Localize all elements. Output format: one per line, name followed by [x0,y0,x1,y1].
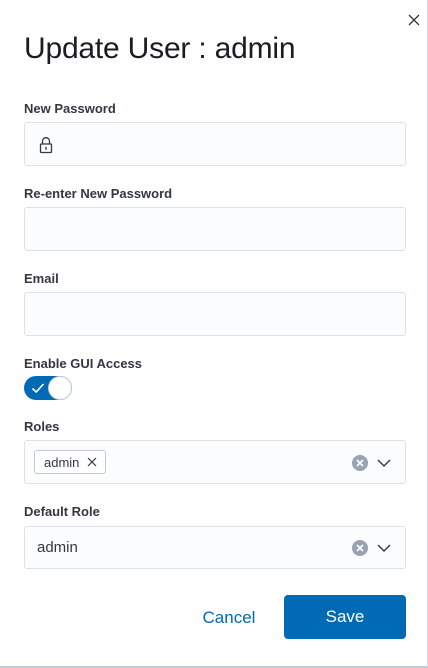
email-label: Email [24,271,59,286]
cancel-button[interactable]: Cancel [184,596,274,640]
roles-combobox[interactable]: admin [24,440,406,484]
clear-roles-icon[interactable] [351,454,369,472]
remove-role-icon[interactable] [87,457,97,467]
clear-default-role-icon[interactable] [351,539,369,557]
email-input[interactable] [25,293,405,335]
save-button[interactable]: Save [284,595,406,639]
reenter-password-input[interactable] [25,208,405,250]
new-password-field[interactable] [24,122,406,166]
gui-access-toggle[interactable] [24,376,72,400]
update-user-dialog: Update User : admin New Password Re-ente… [0,0,428,668]
new-password-label: New Password [24,101,116,116]
dialog-title: Update User : admin [24,32,296,65]
chevron-down-icon[interactable] [375,539,393,557]
default-role-combobox[interactable]: admin [24,526,406,569]
default-role-value: admin [37,539,78,556]
close-icon [408,14,420,26]
check-icon [31,383,45,394]
gui-access-label: Enable GUI Access [24,356,143,371]
roles-label: Roles [24,419,60,434]
role-chip-label: admin [44,454,80,470]
toggle-knob [48,376,72,400]
reenter-password-label: Re-enter New Password [24,186,173,201]
default-role-label: Default Role [24,504,100,519]
role-chip-admin: admin [34,450,107,474]
chevron-down-icon[interactable] [375,454,393,472]
reenter-password-field[interactable] [24,207,406,251]
lock-icon [39,137,53,154]
new-password-input[interactable] [25,123,405,165]
email-field[interactable] [24,292,406,336]
close-button[interactable] [404,10,424,30]
